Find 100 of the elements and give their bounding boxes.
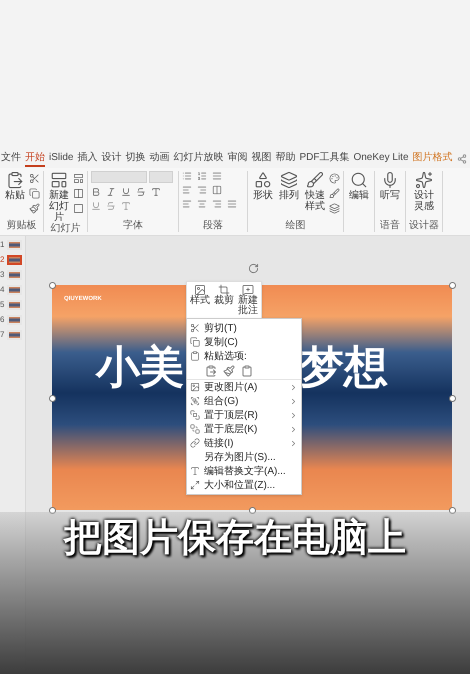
menu-item[interactable]: 置于顶层(R) [187, 408, 301, 422]
share-icon[interactable] [456, 154, 467, 164]
ribbon-tab[interactable]: OneKey Lite [353, 151, 409, 167]
ribbon-tab[interactable]: 视图 [251, 151, 272, 167]
clipboard-icon [190, 351, 200, 361]
search-icon [350, 171, 368, 189]
slide-number: 3 [0, 270, 5, 280]
group-label: 字体 [123, 220, 143, 232]
menu-item[interactable]: 剪切(T) [187, 321, 301, 335]
toolbar-button[interactable]: 裁剪 [213, 284, 235, 316]
resize-handle[interactable] [449, 282, 456, 289]
quick-styles-icon [306, 171, 324, 189]
sparkle-icon [415, 171, 433, 189]
resize-icon [190, 480, 200, 490]
group-label: 段落 [203, 220, 223, 232]
square-icon[interactable] [73, 203, 84, 214]
arrange-icon [280, 171, 298, 189]
ribbon-tab[interactable]: 插入 [77, 151, 98, 167]
picture-icon [190, 382, 200, 392]
ribbon-button[interactable]: 快速样式 [303, 171, 327, 214]
fill-icon[interactable] [329, 173, 340, 184]
layout-icon[interactable] [73, 173, 84, 184]
menu-item[interactable]: 复制(C) [187, 335, 301, 349]
slide-number: 5 [0, 300, 5, 310]
menu-item[interactable]: 组合(G) [187, 394, 301, 408]
scissors-icon [190, 323, 200, 333]
ribbon-button[interactable]: 设计灵感 [412, 171, 436, 212]
slide-title: 小美 [96, 343, 184, 393]
ribbon-tab[interactable]: 幻灯片放映 [173, 151, 224, 167]
columns-icon[interactable] [73, 188, 84, 199]
ribbon-button[interactable]: 编辑 [347, 171, 371, 201]
underline-icon[interactable] [91, 201, 101, 211]
slide-thumbnail[interactable] [7, 255, 22, 265]
numbered-list-icon[interactable] [197, 171, 207, 181]
paintbrush-icon[interactable] [29, 203, 40, 214]
ribbon-tab[interactable]: 切换 [125, 151, 146, 167]
italic-icon[interactable] [106, 187, 116, 197]
menu-item[interactable]: 置于底层(K) [187, 422, 301, 436]
font-name-field[interactable] [91, 171, 147, 183]
ribbon-tab[interactable]: 文件 [1, 151, 21, 167]
ribbon-tab[interactable]: iSlide [49, 151, 74, 167]
menu-item[interactable]: 另存为图片(S)... [187, 450, 301, 464]
picture-style-icon [194, 284, 206, 296]
strikethrough-icon[interactable] [106, 201, 116, 211]
columns-icon[interactable] [212, 185, 222, 195]
group-label: 绘图 [286, 220, 306, 232]
underline-icon[interactable] [121, 187, 131, 197]
font-color-icon[interactable] [151, 187, 161, 197]
menu-item[interactable]: 大小和位置(Z)... [187, 478, 301, 492]
font-size-field[interactable] [149, 171, 173, 183]
menu-item[interactable]: 编辑替换文字(A)... [187, 464, 301, 478]
paste-option-icon[interactable] [205, 365, 217, 377]
menu-item[interactable]: 链接(I) [187, 436, 301, 450]
slide-title: 梦想 [300, 343, 388, 393]
menu-item[interactable]: 粘贴选项: [187, 349, 301, 363]
rotate-handle-icon[interactable] [248, 263, 259, 274]
align-center-icon[interactable] [197, 199, 207, 209]
group-label: 剪贴板 [6, 220, 36, 232]
new-comment-icon [242, 284, 254, 296]
paste-icon [6, 171, 24, 189]
bold-icon[interactable] [91, 187, 101, 197]
slide-number: 2 [0, 255, 5, 265]
crop-icon [218, 284, 230, 296]
group-label: 设计器 [409, 220, 439, 232]
effects-icon[interactable] [329, 203, 340, 214]
menu-item[interactable]: 更改图片(A) [187, 380, 301, 394]
group-label: 语音 [380, 220, 400, 232]
resize-handle[interactable] [49, 282, 56, 289]
ribbon-tab[interactable]: PDF工具集 [299, 151, 350, 167]
ribbon-button[interactable]: 形状 [251, 171, 275, 214]
align-right-icon[interactable] [212, 199, 222, 209]
group-icon [190, 396, 200, 406]
ribbon-button[interactable]: 新建幻灯片 [47, 171, 71, 223]
ribbon-tab[interactable]: 动画 [149, 151, 170, 167]
scissors-icon[interactable] [29, 173, 40, 184]
ribbon-button[interactable]: 粘贴 [3, 171, 27, 214]
toolbar-button[interactable]: 样式 [189, 284, 211, 316]
ribbon-tab[interactable]: 设计 [101, 151, 122, 167]
video-caption: 把图片保存在电脑上 [64, 516, 406, 560]
slide-number: 4 [0, 285, 5, 295]
bullet-list-icon[interactable] [182, 171, 192, 181]
ribbon-tab[interactable]: 帮助 [275, 151, 296, 167]
bring-front-icon [190, 410, 200, 420]
resize-handle[interactable] [49, 394, 56, 402]
toolbar-button[interactable]: 新建批注 [237, 284, 259, 316]
ribbon-button[interactable]: 排列 [277, 171, 301, 214]
paste-format-icon[interactable] [223, 365, 235, 377]
copy-icon[interactable] [29, 188, 40, 199]
align-left-icon[interactable] [182, 199, 192, 209]
resize-handle[interactable] [449, 394, 456, 402]
justify-icon[interactable] [227, 199, 237, 209]
copy-icon [190, 337, 200, 347]
strikethrough-icon[interactable] [136, 187, 146, 197]
slide-number: 1 [0, 240, 5, 250]
group-label: 幻灯片 [50, 223, 80, 235]
ribbon-button[interactable]: 听写 [378, 171, 402, 201]
font-color-icon[interactable] [121, 201, 131, 211]
ribbon-tab[interactable]: 审阅 [227, 151, 248, 167]
paste-text-icon[interactable] [241, 365, 253, 377]
alt-text-icon [190, 466, 200, 476]
